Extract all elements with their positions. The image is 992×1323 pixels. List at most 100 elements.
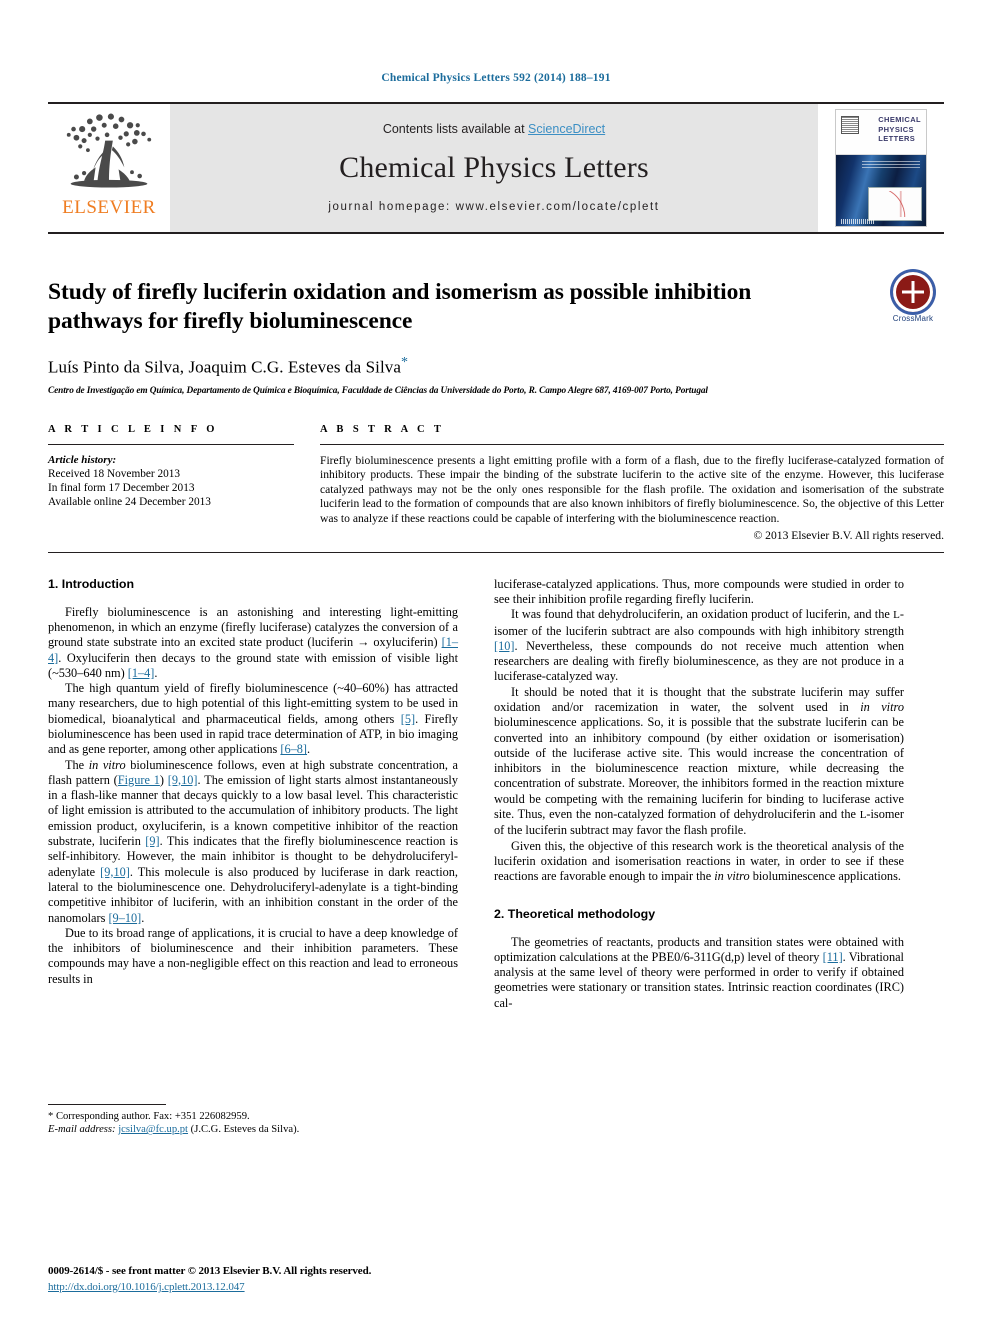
- elsevier-tree-icon: [66, 113, 152, 188]
- author-list: Luís Pinto da Silva, Joaquim C.G. Esteve…: [48, 355, 944, 378]
- methodology-paragraphs: The geometries of reactants, products an…: [494, 935, 904, 1011]
- body-text: bioluminescence applications. So, it is …: [494, 715, 904, 822]
- body-text: Firefly bioluminescence is an astonishin…: [48, 604, 458, 650]
- footnote-email-suffix: (J.C.G. Esteves da Silva).: [190, 1124, 300, 1136]
- elsevier-logo-block: ELSEVIER: [48, 104, 170, 232]
- cover-title-line-3: LETTERS: [878, 134, 916, 143]
- cover-inset-chart: [868, 187, 922, 221]
- cover-title-line-1: CHEMICAL: [878, 115, 921, 124]
- right-column: luciferase-catalyzed applications. Thus,…: [494, 577, 904, 1137]
- crossmark-badge-block[interactable]: CrossMark: [882, 272, 944, 323]
- imprint-doi-link[interactable]: http://dx.doi.org/10.1016/j.cplett.2013.…: [48, 1281, 245, 1293]
- body-text: .: [307, 742, 311, 757]
- affiliation: Centro de Investigação em Química, Depar…: [48, 385, 708, 396]
- journal-masthead: ELSEVIER Contents lists available at Sci…: [48, 102, 944, 234]
- abstract-text: Firefly bioluminescence presents a light…: [320, 453, 944, 526]
- body-paragraph: It should be noted that it is thought th…: [494, 685, 904, 839]
- section-heading-methodology: 2. Theoretical methodology: [494, 906, 656, 921]
- body-columns: 1. Introduction Firefly bioluminescence …: [48, 577, 944, 1137]
- cover-barcode: [841, 219, 875, 224]
- article-info-heading: A R T I C L E I N F O: [48, 423, 218, 435]
- footnote-rule: [48, 1103, 166, 1105]
- abstract-heading: A B S T R A C T: [320, 423, 445, 435]
- body-text: Due to its broad range of applications, …: [48, 925, 458, 986]
- article-info-column: A R T I C L E I N F O Article history: R…: [48, 424, 320, 542]
- cover-title-text: CHEMICAL PHYSICS LETTERS: [878, 115, 921, 144]
- running-head: Chemical Physics Letters 592 (2014) 188–…: [381, 72, 611, 84]
- left-column-paragraphs: Firefly bioluminescence is an astonishin…: [48, 605, 458, 987]
- article-page: Chemical Physics Letters 592 (2014) 188–…: [0, 0, 992, 1323]
- body-text: bioluminescence applications.: [749, 869, 901, 884]
- abstract-copyright: © 2013 Elsevier B.V. All rights reserved…: [753, 528, 944, 542]
- page-title: Study of firefly luciferin oxidation and…: [48, 279, 752, 334]
- body-paragraph: Firefly bioluminescence is an astonishin…: [48, 605, 458, 681]
- citation-link[interactable]: [9]: [145, 834, 159, 848]
- article-history-received: Received 18 November 2013: [48, 467, 181, 480]
- body-text: The high quantum yield of firefly biolum…: [48, 681, 458, 726]
- body-text: It was found that dehydroluciferin, an o…: [511, 607, 894, 622]
- article-info-rule: [48, 443, 294, 445]
- footnote-block: * Corresponding author. Fax: +351 226082…: [48, 1103, 458, 1137]
- abstract-column: A B S T R A C T Firefly bioluminescence …: [320, 424, 944, 542]
- citation-link[interactable]: [5]: [401, 712, 415, 726]
- article-history-label: Article history:: [48, 453, 117, 466]
- citation-link[interactable]: [9–10]: [108, 911, 141, 925]
- journal-homepage[interactable]: journal homepage: www.elsevier.com/locat…: [328, 201, 659, 213]
- footnote-email-line: E-mail address: jcsilva@fc.up.pt (J.C.G.…: [48, 1123, 458, 1136]
- cover-caption-lines: [862, 161, 920, 168]
- body-paragraph: It was found that dehydroluciferin, an o…: [494, 607, 904, 684]
- italic-text: in vitro: [714, 869, 750, 884]
- citation-link[interactable]: [11]: [823, 950, 843, 964]
- journal-banner: Contents lists available at ScienceDirec…: [170, 104, 818, 232]
- citation-link[interactable]: [10]: [494, 639, 515, 653]
- citation-link[interactable]: [6–8]: [280, 742, 307, 756]
- body-text: ): [159, 772, 168, 787]
- body-paragraph: The geometries of reactants, products an…: [494, 935, 904, 1011]
- body-text: . Nevertheless, these compounds do not r…: [494, 638, 904, 684]
- footnote-email-link[interactable]: jcsilva@fc.up.pt: [118, 1124, 188, 1135]
- journal-title: Chemical Physics Letters: [339, 150, 649, 184]
- body-paragraph: Due to its broad range of applications, …: [48, 926, 458, 987]
- small-caps-text: L: [893, 609, 900, 622]
- body-paragraph: Given this, the objective of this resear…: [494, 839, 904, 885]
- body-text: .: [141, 910, 145, 925]
- citation-link[interactable]: [1–4]: [128, 666, 155, 680]
- section-heading-introduction: 1. Introduction: [48, 576, 135, 591]
- cover-header: CHEMICAL PHYSICS LETTERS: [836, 110, 926, 155]
- abstract-rule: [320, 443, 944, 445]
- citation-link[interactable]: [9,10]: [100, 865, 130, 879]
- footnote-email-label: E-mail address:: [48, 1124, 116, 1136]
- body-text: . Oxyluciferin then decays to the ground…: [48, 650, 458, 680]
- cover-title-line-2: PHYSICS: [878, 124, 914, 134]
- body-text: The: [65, 757, 89, 772]
- citation-link[interactable]: [9,10]: [168, 773, 198, 787]
- contents-available-line: Contents lists available at ScienceDirec…: [383, 122, 605, 136]
- body-paragraph: The in vitro bioluminescence follows, ev…: [48, 758, 458, 926]
- body-text: It should be noted that it is thought th…: [494, 684, 904, 714]
- italic-text: in vitro: [88, 757, 126, 772]
- cover-elsevier-mark-icon: [841, 116, 859, 134]
- citation-link[interactable]: Figure 1: [118, 773, 160, 787]
- body-paragraph: luciferase-catalyzed applications. Thus,…: [494, 577, 904, 608]
- crossmark-icon: [893, 272, 933, 312]
- journal-cover-thumbnail: CHEMICAL PHYSICS LETTERS: [835, 109, 927, 227]
- imprint-issn-line: 0009-2614/$ - see front matter © 2013 El…: [48, 1265, 372, 1277]
- italic-text: in vitro: [860, 700, 904, 714]
- body-paragraph: The high quantum yield of firefly biolum…: [48, 681, 458, 757]
- elsevier-wordmark: ELSEVIER: [62, 197, 156, 218]
- contents-prefix: Contents lists available at: [382, 121, 529, 136]
- body-text: .: [154, 665, 158, 680]
- article-history-available-online: Available online 24 December 2013: [48, 496, 211, 509]
- left-column: 1. Introduction Firefly bioluminescence …: [48, 577, 458, 1137]
- info-abstract-block: A R T I C L E I N F O Article history: R…: [48, 424, 944, 553]
- corresponding-author-marker: *: [401, 355, 409, 370]
- right-column-paragraphs: luciferase-catalyzed applications. Thus,…: [494, 577, 904, 885]
- body-text: luciferase-catalyzed applications. Thus,…: [494, 576, 904, 606]
- journal-cover-block: CHEMICAL PHYSICS LETTERS: [818, 104, 944, 232]
- sciencedirect-link[interactable]: ScienceDirect: [528, 122, 605, 136]
- title-area: CrossMark Study of firefly luciferin oxi…: [48, 272, 944, 396]
- imprint-block: 0009-2614/$ - see front matter © 2013 El…: [48, 1265, 468, 1295]
- footnote-corresponding-author: * Corresponding author. Fax: +351 226082…: [48, 1110, 250, 1122]
- article-history-final-form: In final form 17 December 2013: [48, 482, 195, 495]
- author-names: Luís Pinto da Silva, Joaquim C.G. Esteve…: [48, 357, 402, 377]
